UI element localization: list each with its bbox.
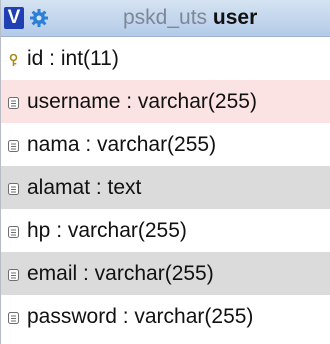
column-row-id[interactable]: id : int(11) [1, 37, 330, 80]
column-icon [8, 312, 19, 324]
column-row-username[interactable]: username : varchar(255) [1, 80, 330, 123]
column-label: email : varchar(255) [27, 262, 214, 285]
table-name: user [212, 6, 258, 29]
column-row-nama[interactable]: nama : varchar(255) [1, 123, 330, 166]
column-icon [8, 269, 19, 281]
table-title: pskd_uts user [123, 6, 257, 30]
collapse-toggle-button[interactable]: V [4, 7, 24, 29]
column-label: password : varchar(255) [27, 305, 254, 328]
column-label: hp : varchar(255) [27, 219, 187, 242]
column-label: alamat : text [27, 176, 142, 199]
column-label: nama : varchar(255) [27, 133, 217, 156]
column-row-alamat[interactable]: alamat : text [1, 166, 330, 209]
column-icon [8, 140, 19, 152]
column-row-email[interactable]: email : varchar(255) [1, 252, 330, 295]
key-icon [9, 54, 18, 66]
column-icon [8, 97, 19, 109]
database-name: pskd_uts [123, 6, 208, 29]
column-icon [8, 183, 19, 195]
column-row-hp[interactable]: hp : varchar(255) [1, 209, 330, 252]
column-icon [8, 226, 19, 238]
column-label: username : varchar(255) [27, 90, 257, 113]
table-card: V pskd_uts user id : int(11) username: … [0, 0, 330, 344]
table-header[interactable]: V pskd_uts user [1, 0, 330, 37]
column-row-password[interactable]: password : varchar(255) [1, 295, 330, 344]
column-label: id : int(11) [27, 47, 119, 70]
gear-icon[interactable] [29, 8, 49, 28]
